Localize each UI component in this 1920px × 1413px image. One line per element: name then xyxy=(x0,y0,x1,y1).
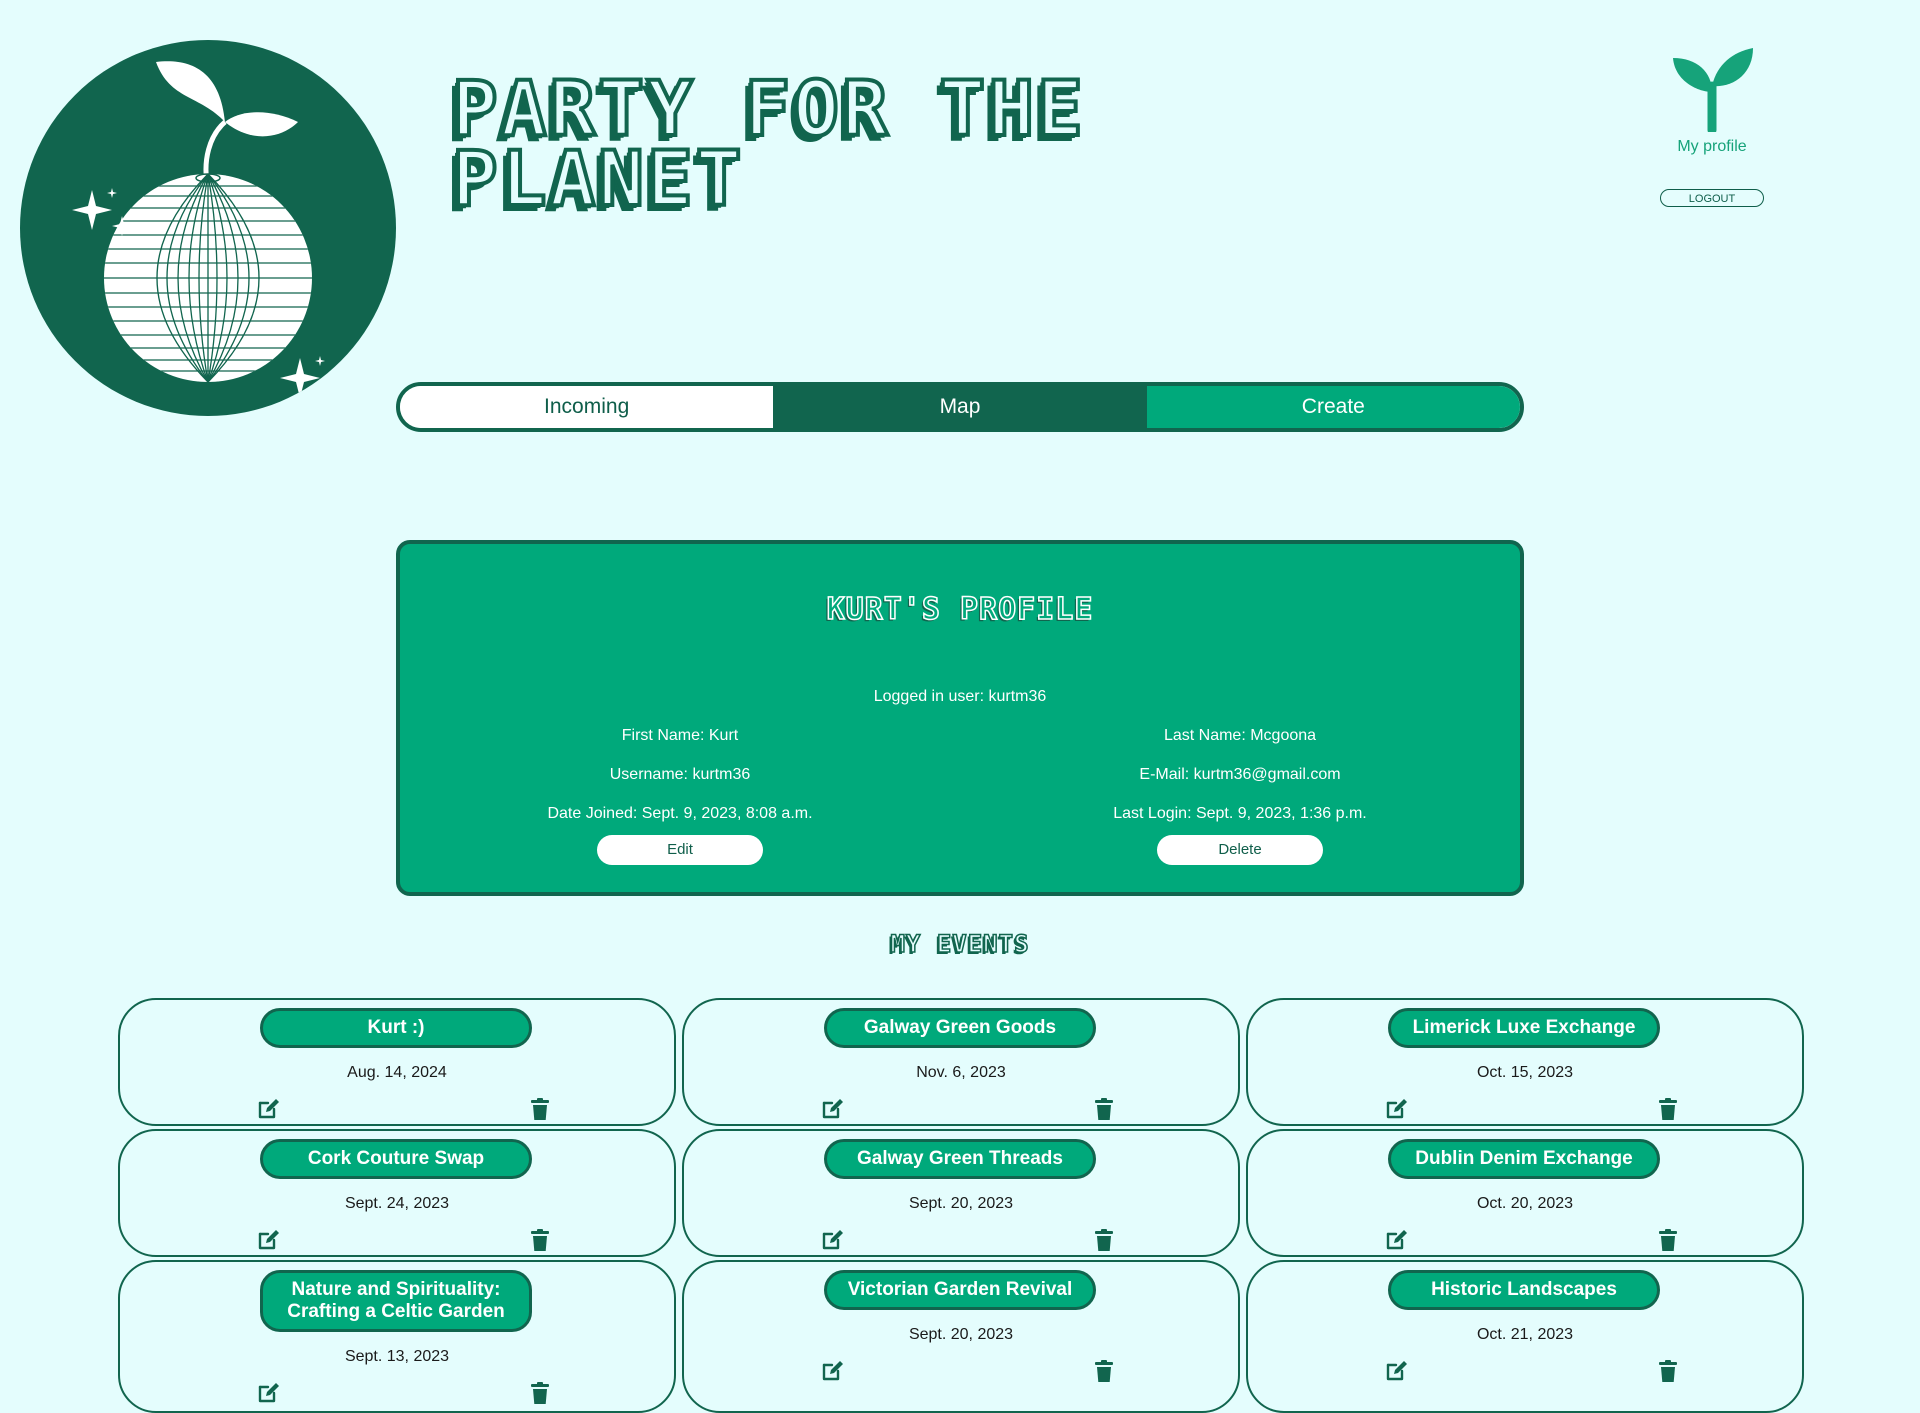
tab-map[interactable]: Map xyxy=(773,386,1147,428)
event-date: Sept. 13, 2023 xyxy=(344,1348,450,1365)
event-card: Dublin Denim Exchange Oct. 20, 2023 xyxy=(1246,1129,1804,1257)
edit-profile-button[interactable]: Edit xyxy=(597,835,763,865)
event-title[interactable]: Galway Green Threads xyxy=(824,1139,1096,1179)
event-title[interactable]: Cork Couture Swap xyxy=(260,1139,532,1179)
event-title[interactable]: Limerick Luxe Exchange xyxy=(1388,1008,1660,1048)
event-card: Galway Green Threads Sept. 20, 2023 xyxy=(682,1129,1240,1257)
first-name: First Name: Kurt xyxy=(621,727,739,744)
edit-icon[interactable] xyxy=(820,1359,844,1383)
event-date: Sept. 20, 2023 xyxy=(908,1326,1014,1343)
event-date: Sept. 24, 2023 xyxy=(344,1195,450,1212)
email: E-Mail: kurtm36@gmail.com xyxy=(1139,766,1341,783)
event-date: Aug. 14, 2024 xyxy=(347,1064,447,1081)
edit-icon[interactable] xyxy=(1384,1359,1408,1383)
profile-right-column: Last Name: Mcgoona E-Mail: kurtm36@gmail… xyxy=(960,724,1520,865)
logged-in-user: Logged in user: kurtm36 xyxy=(873,688,1047,705)
event-date: Oct. 15, 2023 xyxy=(1476,1064,1574,1081)
edit-icon[interactable] xyxy=(820,1097,844,1121)
trash-icon[interactable] xyxy=(1092,1359,1116,1383)
event-card: Kurt :) Aug. 14, 2024 xyxy=(118,998,676,1126)
main-nav-tabs: Incoming Map Create xyxy=(396,382,1524,432)
event-date: Nov. 6, 2023 xyxy=(916,1064,1006,1081)
trash-icon[interactable] xyxy=(1656,1097,1680,1121)
trash-icon[interactable] xyxy=(528,1097,552,1121)
edit-icon[interactable] xyxy=(1384,1228,1408,1252)
edit-icon[interactable] xyxy=(1384,1097,1408,1121)
event-card: Victorian Garden Revival Sept. 20, 2023 xyxy=(682,1260,1240,1413)
event-title[interactable]: Kurt :) xyxy=(260,1008,532,1048)
trash-icon[interactable] xyxy=(1656,1228,1680,1252)
trash-icon[interactable] xyxy=(528,1381,552,1405)
trash-icon[interactable] xyxy=(528,1228,552,1252)
sprout-icon xyxy=(1660,46,1764,132)
event-title[interactable]: Galway Green Goods xyxy=(824,1008,1096,1048)
event-title[interactable]: Historic Landscapes xyxy=(1388,1270,1660,1310)
event-date: Oct. 21, 2023 xyxy=(1476,1326,1574,1343)
trash-icon[interactable] xyxy=(1656,1359,1680,1383)
edit-icon[interactable] xyxy=(256,1097,280,1121)
event-title[interactable]: Victorian Garden Revival xyxy=(824,1270,1096,1310)
event-title[interactable]: Dublin Denim Exchange xyxy=(1388,1139,1660,1179)
trash-icon[interactable] xyxy=(1092,1228,1116,1252)
profile-left-column: First Name: Kurt Username: kurtm36 Date … xyxy=(400,724,960,865)
edit-icon[interactable] xyxy=(820,1228,844,1252)
tab-incoming[interactable]: Incoming xyxy=(400,386,774,428)
my-profile-link[interactable]: My profile xyxy=(1660,46,1764,156)
logout-button[interactable]: LOGOUT xyxy=(1660,189,1764,207)
event-card: Limerick Luxe Exchange Oct. 15, 2023 xyxy=(1246,998,1804,1126)
event-card: Cork Couture Swap Sept. 24, 2023 xyxy=(118,1129,676,1257)
event-card: Galway Green Goods Nov. 6, 2023 xyxy=(682,998,1240,1126)
my-profile-label: My profile xyxy=(1677,138,1747,155)
site-logo[interactable] xyxy=(20,40,396,416)
disco-ball-sprout-icon xyxy=(72,61,325,398)
edit-icon[interactable] xyxy=(256,1228,280,1252)
delete-profile-button[interactable]: Delete xyxy=(1157,835,1323,865)
username: Username: kurtm36 xyxy=(609,766,751,783)
event-title[interactable]: Nature and Spirituality: Crafting a Celt… xyxy=(260,1270,532,1332)
event-date: Sept. 20, 2023 xyxy=(908,1195,1014,1212)
event-card: Nature and Spirituality: Crafting a Celt… xyxy=(118,1260,676,1413)
profile-title: KURT'S PROFILE xyxy=(826,591,1094,628)
trash-icon[interactable] xyxy=(1092,1097,1116,1121)
my-events-heading: MY EVENTS xyxy=(890,929,1030,959)
tab-create[interactable]: Create xyxy=(1146,386,1520,428)
last-name: Last Name: Mcgoona xyxy=(1163,727,1317,744)
site-title: PARTY FOR THE PLANET xyxy=(450,64,1086,223)
edit-icon[interactable] xyxy=(256,1381,280,1405)
event-date: Oct. 20, 2023 xyxy=(1476,1195,1574,1212)
event-card: Historic Landscapes Oct. 21, 2023 xyxy=(1246,1260,1804,1413)
profile-card: KURT'S PROFILE Logged in user: kurtm36 F… xyxy=(396,540,1524,896)
